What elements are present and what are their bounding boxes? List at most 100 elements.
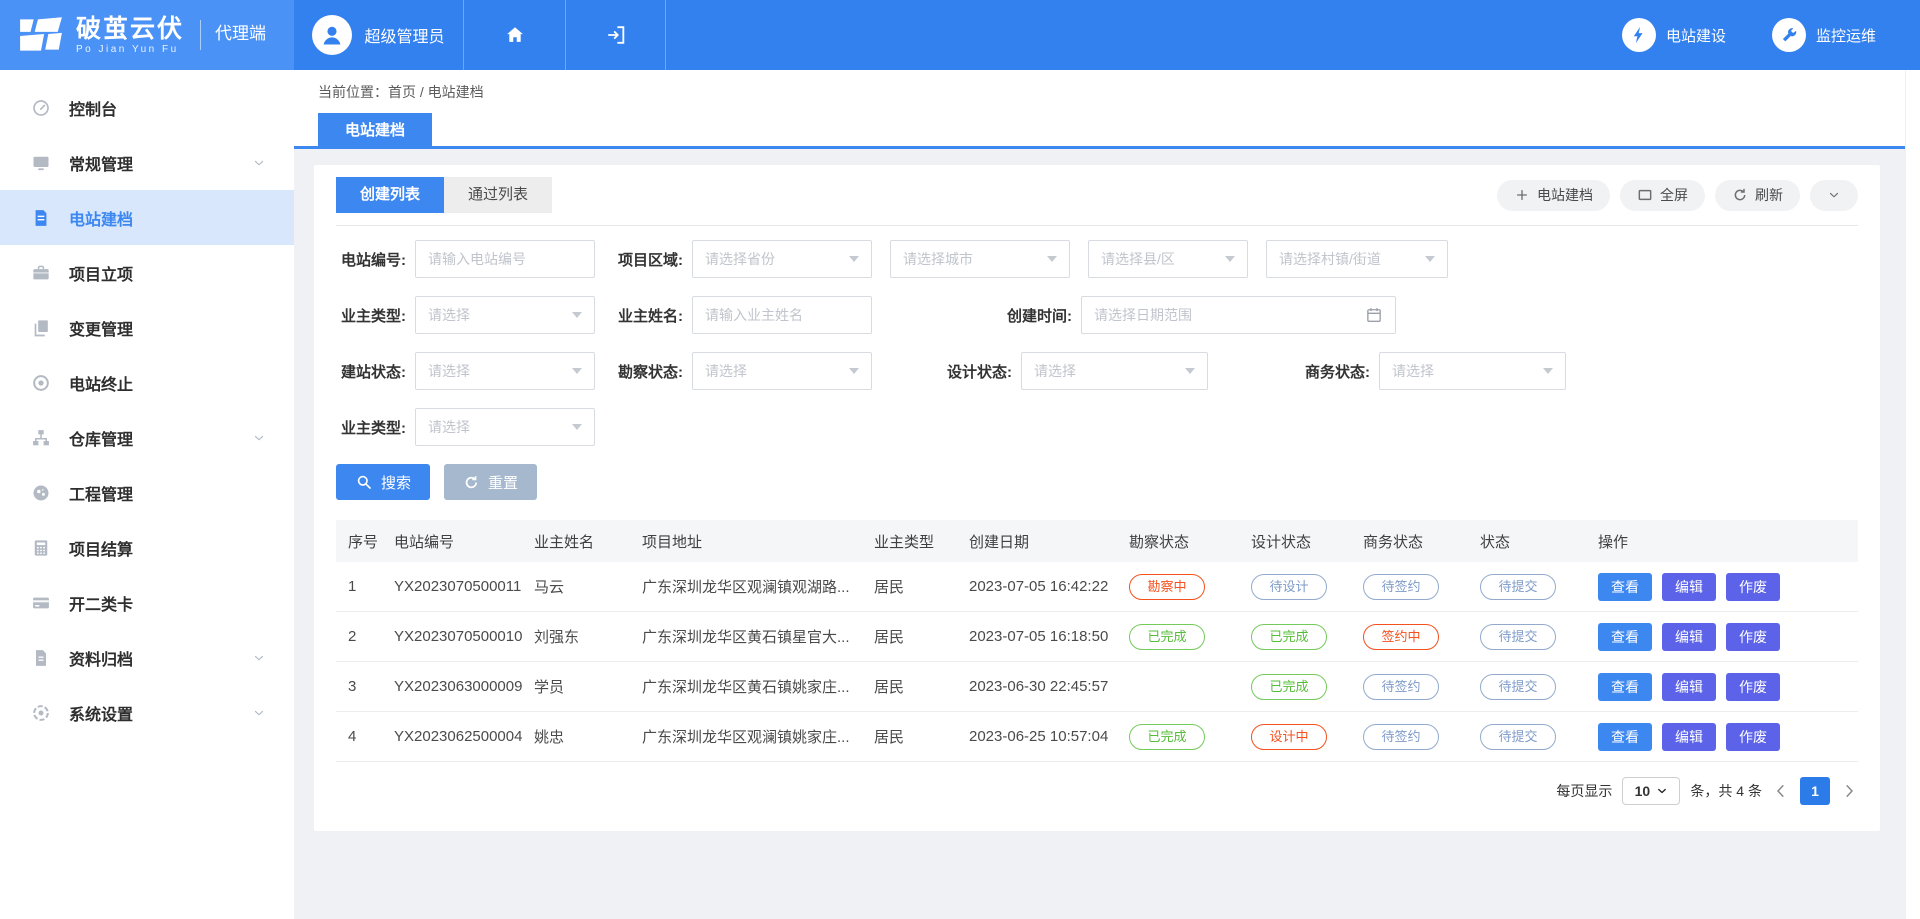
breadcrumb: 当前位置：首页 / 电站建档 bbox=[318, 82, 1920, 102]
sidebar-item-settlement[interactable]: 项目结算 bbox=[0, 520, 294, 575]
header-action-station-build[interactable]: 电站建设 bbox=[1622, 18, 1726, 52]
edit-button[interactable]: 编辑 bbox=[1662, 673, 1716, 701]
toolbar-collapse-button[interactable] bbox=[1810, 180, 1858, 211]
home-button[interactable] bbox=[464, 0, 566, 70]
filter-group-survey_status: 勘察状态: 请选择 bbox=[613, 352, 872, 390]
sidebar-item-warehouse[interactable]: 仓库管理 bbox=[0, 410, 294, 465]
void-button[interactable]: 作废 bbox=[1726, 623, 1780, 651]
filter-group-build_status: 建站状态: 请选择 bbox=[336, 352, 595, 390]
view-button[interactable]: 查看 bbox=[1598, 723, 1652, 751]
business-status-cell: 待签约 bbox=[1351, 674, 1468, 700]
design-status-pill: 已完成 bbox=[1251, 674, 1327, 700]
owner-type: 居民 bbox=[862, 676, 957, 697]
toolbar-button-label: 全屏 bbox=[1660, 185, 1688, 205]
placeholder-text: 请选择 bbox=[428, 361, 564, 381]
town-select[interactable]: 请选择村镇/街道 bbox=[1266, 240, 1448, 278]
business-status-pill: 待签约 bbox=[1363, 674, 1439, 700]
bolt-icon bbox=[1622, 18, 1656, 52]
column-header: 业主类型 bbox=[862, 531, 957, 552]
search-button[interactable]: 搜索 bbox=[336, 464, 430, 500]
per-page-select[interactable]: 10 bbox=[1622, 777, 1680, 805]
view-button[interactable]: 查看 bbox=[1598, 673, 1652, 701]
prev-page-button[interactable] bbox=[1772, 782, 1790, 800]
edit-button[interactable]: 编辑 bbox=[1662, 623, 1716, 651]
survey-status-select[interactable]: 请选择 bbox=[692, 352, 872, 390]
view-button[interactable]: 查看 bbox=[1598, 623, 1652, 651]
owner-type-select[interactable]: 请选择 bbox=[415, 296, 595, 334]
chevron-icon bbox=[1827, 188, 1841, 202]
sidebar-item-system[interactable]: 系统设置 bbox=[0, 685, 294, 740]
district-select[interactable]: 请选择县/区 bbox=[1088, 240, 1248, 278]
select-arrow-icon bbox=[1543, 368, 1553, 374]
void-button[interactable]: 作废 bbox=[1726, 573, 1780, 601]
app-logo[interactable]: 破茧云伏 Po Jian Yun Fu 代理端 bbox=[0, 0, 294, 70]
void-button[interactable]: 作废 bbox=[1726, 723, 1780, 751]
design-status-cell: 已完成 bbox=[1239, 624, 1351, 650]
sidebar-item-docs[interactable]: 资料归档 bbox=[0, 630, 294, 685]
per-page-value: 10 bbox=[1635, 783, 1651, 799]
next-page-button[interactable] bbox=[1840, 782, 1858, 800]
sidebar-item-archive[interactable]: 电站建档 bbox=[0, 190, 294, 245]
user-name: 超级管理员 bbox=[364, 23, 444, 47]
actions-cell: 查看编辑作废 bbox=[1586, 723, 1858, 751]
sidebar-item-console[interactable]: 控制台 bbox=[0, 80, 294, 135]
owner-type2-select[interactable]: 请选择 bbox=[415, 408, 595, 446]
owner-name: 学员 bbox=[522, 676, 630, 697]
tab-passed-list[interactable]: 通过列表 bbox=[444, 177, 552, 213]
chevron-down-icon bbox=[248, 431, 270, 445]
scrollbar-track[interactable] bbox=[1905, 70, 1920, 919]
select-arrow-icon bbox=[572, 368, 582, 374]
edit-button[interactable]: 编辑 bbox=[1662, 573, 1716, 601]
business-status-select[interactable]: 请选择 bbox=[1379, 352, 1566, 390]
sitemap-icon bbox=[30, 428, 52, 448]
tab-create-list[interactable]: 创建列表 bbox=[336, 177, 444, 213]
edit-button[interactable]: 编辑 bbox=[1662, 723, 1716, 751]
user-menu[interactable]: 超级管理员 bbox=[294, 0, 464, 70]
filter-label: 设计状态: bbox=[942, 361, 1012, 382]
card-toolbar: 电站建档 全屏 刷新 bbox=[1497, 180, 1858, 211]
sidebar-item-label: 系统设置 bbox=[69, 701, 133, 725]
view-button[interactable]: 查看 bbox=[1598, 573, 1652, 601]
logout-button[interactable] bbox=[566, 0, 666, 70]
filter-label: 项目区域: bbox=[613, 249, 683, 270]
toolbar-new-station-button[interactable]: 电站建档 bbox=[1497, 180, 1610, 211]
breadcrumb-label: 当前位置： bbox=[318, 84, 388, 100]
current-page[interactable]: 1 bbox=[1800, 777, 1830, 805]
toolbar-fullscreen-button[interactable]: 全屏 bbox=[1620, 180, 1705, 211]
reset-button[interactable]: 重置 bbox=[444, 464, 537, 500]
page-tab[interactable]: 电站建档 bbox=[318, 113, 432, 148]
chevron-down-icon bbox=[248, 156, 270, 170]
sidebar-item-engineering[interactable]: 工程管理 bbox=[0, 465, 294, 520]
actions-cell: 查看编辑作废 bbox=[1586, 673, 1858, 701]
toolbar-refresh-button[interactable]: 刷新 bbox=[1715, 180, 1800, 211]
void-button[interactable]: 作废 bbox=[1726, 673, 1780, 701]
row-index: 4 bbox=[336, 728, 382, 745]
filter-label: 业主姓名: bbox=[613, 305, 683, 326]
sidebar-item-label: 电站建档 bbox=[69, 206, 133, 230]
placeholder-text: 请选择村镇/街道 bbox=[1279, 249, 1417, 269]
design-status-cell: 待设计 bbox=[1239, 574, 1351, 600]
design-status-select[interactable]: 请选择 bbox=[1021, 352, 1208, 390]
owner-name-input[interactable]: 请输入业主姓名 bbox=[692, 296, 872, 334]
select-arrow-icon bbox=[849, 368, 859, 374]
select-arrow-icon bbox=[572, 424, 582, 430]
create-time-date-input[interactable]: 请选择日期范围 bbox=[1081, 296, 1396, 334]
sidebar-item-general[interactable]: 常规管理 bbox=[0, 135, 294, 190]
actions-cell: 查看编辑作废 bbox=[1586, 573, 1858, 601]
logo-divider bbox=[200, 20, 201, 50]
province-select[interactable]: 请选择省份 bbox=[692, 240, 872, 278]
column-header: 勘察状态 bbox=[1117, 531, 1239, 552]
sidebar-item-change[interactable]: 变更管理 bbox=[0, 300, 294, 355]
build-status-select[interactable]: 请选择 bbox=[415, 352, 595, 390]
select-arrow-icon bbox=[1185, 368, 1195, 374]
card-tab-bar: 创建列表通过列表 电站建档 全屏 刷新 bbox=[336, 165, 1858, 226]
station-code-input[interactable]: 请输入电站编号 bbox=[415, 240, 595, 278]
reset-button-label: 重置 bbox=[488, 472, 518, 493]
header-action-monitor-ops[interactable]: 监控运维 bbox=[1772, 18, 1876, 52]
city-select[interactable]: 请选择城市 bbox=[890, 240, 1070, 278]
sidebar-item-card2[interactable]: 开二类卡 bbox=[0, 575, 294, 630]
row-index: 1 bbox=[336, 578, 382, 595]
search-button-label: 搜索 bbox=[381, 472, 411, 493]
sidebar-item-terminate[interactable]: 电站终止 bbox=[0, 355, 294, 410]
sidebar-item-project[interactable]: 项目立项 bbox=[0, 245, 294, 300]
